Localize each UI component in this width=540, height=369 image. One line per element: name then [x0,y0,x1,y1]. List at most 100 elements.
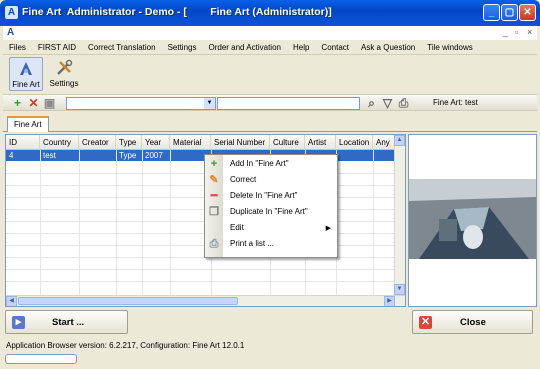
column-header-type[interactable]: Type [116,135,142,150]
minus-icon: ━ [210,190,218,202]
horizontal-scrollbar[interactable]: ◀ ▶ [6,295,405,306]
column-header-year[interactable]: Year [142,135,170,150]
grid-line [79,150,80,295]
window-title-bar[interactable]: A Fine Art Administrator - Demo - [ Fine… [0,0,540,26]
mdi-child-bar: A _ ▫ × [3,26,537,40]
menu-bar: Files FIRST AID Correct Translation Sett… [3,40,537,54]
ribbon-settings-button[interactable]: Settings [47,57,81,91]
pencil-icon: ✎ [209,174,219,186]
mdi-close-button[interactable]: × [527,27,532,37]
cell-id: 4 [9,151,14,160]
column-header-country[interactable]: Country [40,135,79,150]
scroll-down-icon[interactable]: ▼ [394,284,405,295]
start-button[interactable]: ▸ Start ... [5,310,128,334]
context-menu: + Add In "Fine Art" ✎ Correct ━ Delete I… [204,154,338,258]
grid-line [170,150,171,295]
menu-order-activation[interactable]: Order and Activation [202,43,286,52]
column-header-artist[interactable]: Artist [305,135,336,150]
ribbon-fine-art-button[interactable]: Fine Art [9,57,43,91]
column-header-culture[interactable]: Culture [270,135,305,150]
image-preview-pane [408,134,537,307]
close-icon: ✕ [419,316,432,329]
close-button-label: Close [460,317,486,328]
search-icon[interactable]: ⌕ [365,97,378,110]
fine-art-icon [17,60,35,78]
printer-icon: ⎙ [209,238,219,250]
tab-strip: Fine Art [3,114,537,132]
vertical-scrollbar[interactable]: ▲ ▼ [394,135,405,295]
grid-line [116,150,117,295]
column-header-material[interactable]: Material [170,135,211,150]
artwork-photo [409,179,536,259]
scroll-up-icon[interactable]: ▲ [394,135,405,146]
menu-help[interactable]: Help [287,43,315,52]
start-icon: ▸ [12,316,25,329]
menu-item-duplicate[interactable]: ❐ Duplicate In "Fine Art" [205,205,337,219]
progress-bar [5,354,77,364]
copy-icon: ❐ [209,206,219,218]
menu-ask-question[interactable]: Ask a Question [355,43,421,52]
add-icon[interactable]: + [11,97,24,110]
window-title: Fine Art Administrator - Demo - [ Fine A… [22,6,332,18]
record-status: Fine Art: test [433,98,478,107]
scroll-left-icon[interactable]: ◀ [6,296,17,306]
filter-combo[interactable]: ▼ [66,97,216,110]
ribbon-settings-label: Settings [49,79,79,88]
menu-item-print-list-label: Print a list ... [230,239,275,248]
menu-item-edit-label: Edit [230,223,244,232]
grid-line [6,281,396,282]
menu-item-duplicate-label: Duplicate In "Fine Art" [230,207,308,216]
mdi-minimize-button[interactable]: _ [503,27,508,37]
menu-item-delete[interactable]: ━ Delete In "Fine Art" [205,189,337,203]
cell-country: test [43,151,56,160]
maximize-button[interactable]: ▢ [501,4,518,21]
cell-type: Type [119,151,137,160]
menu-correct-translation[interactable]: Correct Translation [82,43,162,52]
menu-tile-windows[interactable]: Tile windows [421,43,479,52]
menu-files[interactable]: Files [3,43,32,52]
delete-icon[interactable]: ✕ [27,97,40,110]
grid-line [373,150,374,295]
menu-contact[interactable]: Contact [315,43,355,52]
ribbon-fine-art-label: Fine Art [12,80,40,89]
menu-item-correct[interactable]: ✎ Correct [205,173,337,187]
grid-header: ID Country Creator Type Year Material Se… [6,135,396,150]
tools-icon [55,59,73,77]
save-icon[interactable]: ▣ [43,97,56,110]
cell-year: 2007 [145,151,163,160]
start-button-label: Start ... [52,317,85,328]
mdi-restore-button[interactable]: ▫ [515,27,518,37]
fine-art-icon: A [7,27,15,38]
grid-line [142,150,143,295]
close-window-button[interactable]: ✕ [519,4,536,21]
close-button[interactable]: ✕ Close [412,310,533,334]
column-header-id[interactable]: ID [6,135,40,150]
minimize-button[interactable]: _ [483,4,500,21]
menu-first-aid[interactable]: FIRST AID [32,43,82,52]
submenu-arrow-icon: ▶ [325,225,331,232]
menu-item-edit[interactable]: Edit ▶ [205,221,337,235]
horizontal-scroll-thumb[interactable] [18,297,238,305]
menu-item-print-list[interactable]: ⎙ Print a list ... [205,237,337,251]
menu-item-delete-label: Delete In "Fine Art" [230,191,298,200]
grid-line [40,150,41,295]
printer-icon[interactable]: ⎙ [397,97,410,110]
status-text: Application Browser version: 6.2.217, Co… [6,341,245,350]
menu-item-add-label: Add In "Fine Art" [230,159,289,168]
column-header-any[interactable]: Any [373,135,396,150]
chevron-down-icon[interactable]: ▼ [204,98,215,109]
column-header-creator[interactable]: Creator [79,135,116,150]
toolbar: + ✕ ▣ ▼ ⌕ ▽ ⎙ Fine Art: test [3,94,537,111]
grid-line [6,269,396,270]
scroll-right-icon[interactable]: ▶ [384,296,395,306]
tab-fine-art[interactable]: Fine Art [7,116,49,132]
ribbon: Fine Art Settings [3,54,537,92]
search-field[interactable] [217,97,360,110]
fine-art-icon: A [5,6,18,19]
column-header-serial-number[interactable]: Serial Number [211,135,270,150]
filter-icon[interactable]: ▽ [381,97,394,110]
column-header-location[interactable]: Location [336,135,373,150]
menu-item-add[interactable]: + Add In "Fine Art" [205,157,337,171]
menu-item-correct-label: Correct [230,175,257,184]
menu-settings[interactable]: Settings [162,43,203,52]
